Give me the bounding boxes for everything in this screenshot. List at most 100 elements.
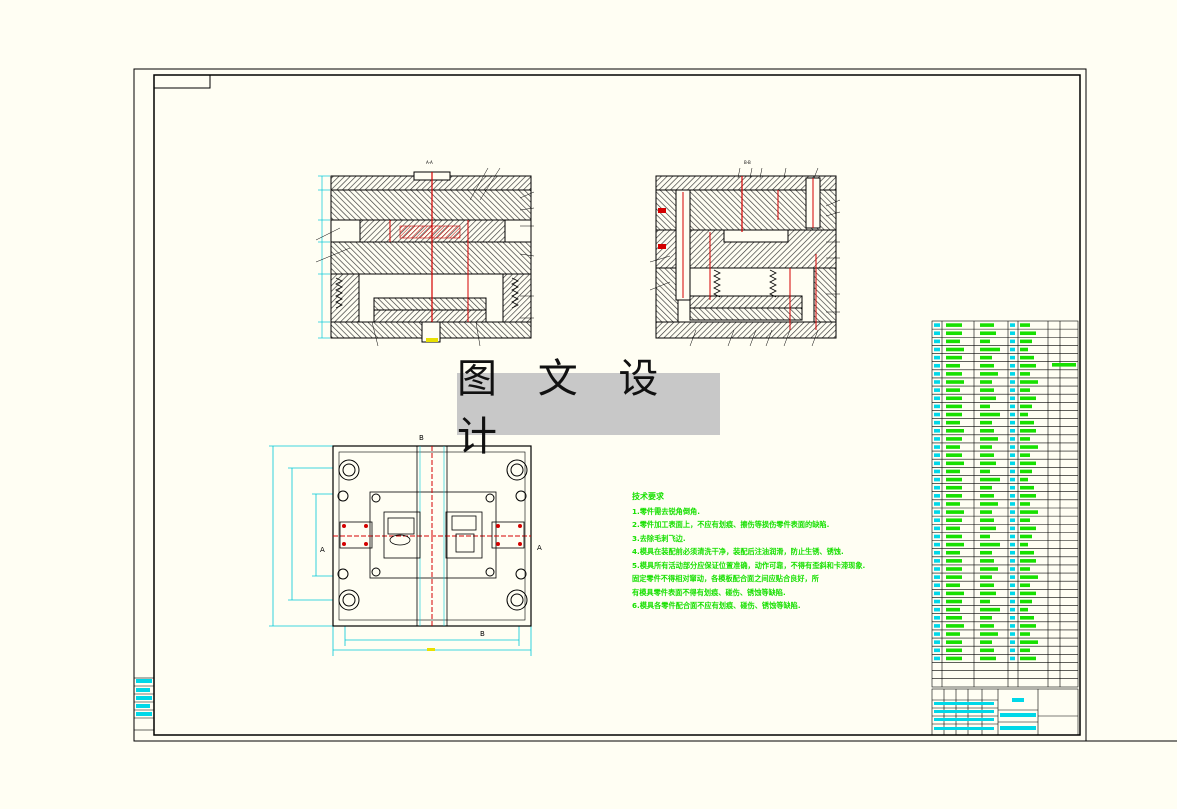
parts-list-cell: [946, 591, 964, 596]
parts-list-cell: [1020, 567, 1030, 571]
parts-list-cell: [980, 380, 992, 384]
parts-list-cell: [980, 363, 994, 368]
parts-list-cell: [934, 510, 940, 514]
parts-list-cell: [934, 542, 940, 547]
parts-list-cell: [1010, 591, 1015, 596]
parts-list-cell: [980, 372, 998, 376]
parts-list-cell: [980, 510, 992, 514]
parts-list-cell: [946, 372, 962, 376]
parts-list-cell: [946, 632, 960, 636]
parts-list-cell: [1020, 388, 1030, 392]
parts-list-cell: [980, 445, 992, 449]
parts-list-cell: [934, 550, 940, 555]
parts-list-cell: [1010, 607, 1015, 612]
parts-list-cell: [946, 550, 960, 555]
parts-list-cell: [934, 624, 940, 628]
parts-list-cell: [946, 656, 962, 661]
parts-list-cell: [946, 445, 960, 449]
parts-list-cell: [980, 624, 994, 628]
parts-list-cell: [1020, 615, 1034, 620]
parts-list-cell: [1020, 331, 1036, 336]
parts-list-cell: [934, 656, 940, 661]
parts-list-cell: [1010, 494, 1015, 498]
parts-list-cell: [946, 526, 960, 531]
parts-list-cell: [980, 632, 998, 636]
parts-list-cell: [946, 469, 960, 474]
parts-list-cell: [946, 559, 962, 563]
parts-list-cell: [1010, 542, 1015, 547]
parts-list-cell: [934, 331, 940, 336]
parts-list-cell: [1020, 347, 1028, 352]
parts-list-cell: [934, 502, 940, 506]
parts-list-cell: [1010, 323, 1015, 327]
parts-list-cell: [1020, 477, 1028, 482]
parts-list-cell: [934, 323, 940, 327]
parts-list-cell: [1010, 453, 1015, 457]
parts-list-cell: [946, 599, 962, 604]
parts-list-cell: [946, 583, 960, 588]
tech-item: 3.去除毛刺飞边.: [632, 533, 686, 543]
left-title-block: [133, 677, 155, 731]
parts-list-cell: [1020, 583, 1030, 588]
parts-list-cell: [1020, 355, 1034, 360]
parts-list-cell: [946, 339, 960, 344]
parts-list-cell: [934, 428, 940, 433]
parts-list-cell: [1020, 607, 1028, 612]
parts-list-cell: [946, 607, 960, 612]
parts-list-cell: [980, 607, 1000, 612]
parts-list-cell: [1010, 396, 1015, 401]
parts-list-cell: [1020, 599, 1032, 604]
parts-list-cell: [946, 380, 964, 384]
parts-list-cell: [934, 607, 940, 612]
parts-list-cell: [946, 420, 960, 425]
tech-item: 2.零件加工表面上，不应有划痕、擦伤等损伤零件表面的缺陷.: [632, 520, 830, 529]
tech-item: 5.模具所有活动部分应保证位置准确，动作可靠，不得有歪斜和卡滞现象.: [632, 560, 866, 570]
parts-list-cell: [946, 323, 962, 327]
parts-list-cell: [980, 323, 994, 327]
parts-list-cell: [980, 461, 996, 466]
parts-list-cell: [980, 331, 996, 336]
parts-list-cell: [946, 347, 964, 352]
parts-list-cell: [1020, 396, 1036, 401]
parts-list-cell: [934, 485, 940, 490]
parts-list-cell: [980, 567, 998, 571]
parts-list-cell: [1020, 437, 1030, 441]
parts-list-cell: [980, 469, 990, 474]
parts-list-cell: [946, 461, 964, 466]
parts-list-cell: [1010, 632, 1015, 636]
tech-item: 1.零件需去锐角倒角.: [632, 506, 700, 516]
parts-list-cell: [1010, 461, 1015, 466]
parts-list-cell: [1020, 363, 1036, 368]
parts-list-cell: [934, 526, 940, 531]
parts-list-cell: [946, 453, 962, 457]
cut-marker-a-left: A: [320, 546, 325, 554]
parts-list-cell: [1010, 420, 1015, 425]
parts-list-cell: [1020, 420, 1034, 425]
parts-list-cell: [1020, 656, 1036, 661]
parts-list-cell: [934, 372, 940, 376]
parts-list-cell: [934, 518, 940, 523]
parts-list-cell: [934, 477, 940, 482]
parts-list-cell: [1020, 550, 1034, 555]
technical-requirements-title: 技术要求: [632, 492, 664, 501]
title-block: [931, 688, 1079, 736]
parts-list-cell: [980, 339, 990, 344]
section-aa-view: A-A: [315, 160, 535, 347]
parts-list-cell: [980, 494, 994, 498]
parts-list-cell: [946, 534, 962, 539]
parts-list-cell: [980, 575, 992, 579]
parts-list-cell: [1010, 477, 1015, 482]
parts-list-cell: [980, 437, 998, 441]
parts-list-cell: [934, 380, 940, 384]
parts-list-cell: [934, 632, 940, 636]
parts-list-cell: [934, 396, 940, 401]
section-bb-label: B-B: [744, 160, 751, 165]
parts-list-cell: [980, 583, 994, 588]
parts-list-cell: [1020, 526, 1036, 531]
parts-list-cell: [1020, 469, 1032, 474]
parts-list-cell: [1020, 339, 1032, 344]
parts-list-cell: [946, 575, 962, 579]
parts-list-cell: [934, 640, 940, 644]
parts-list-cell: [1020, 518, 1030, 523]
parts-list-cell: [1010, 575, 1015, 579]
